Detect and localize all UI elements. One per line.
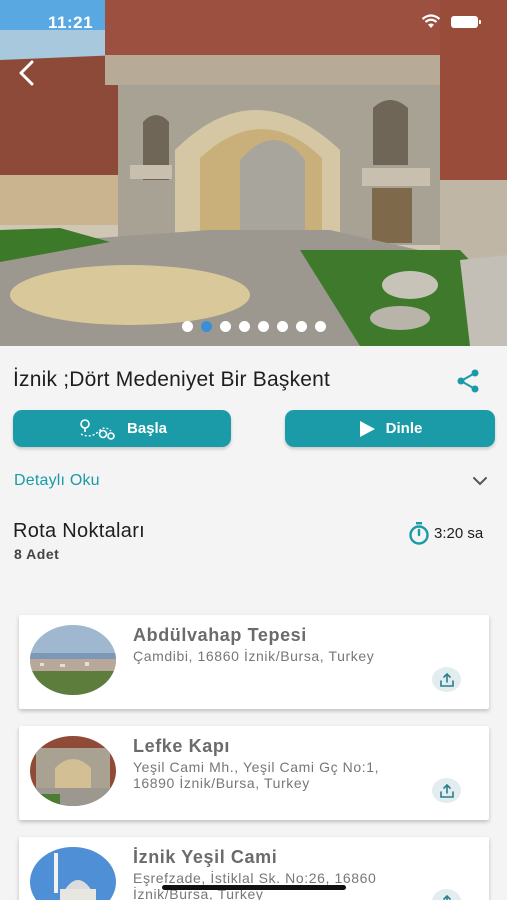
read-more-label: Detaylı Oku: [14, 472, 100, 489]
upload-icon: [442, 894, 451, 900]
route-points-count: 8 Adet: [14, 546, 60, 562]
carousel-dot[interactable]: [257, 321, 269, 332]
title-row: İznik ;Dört Medeniyet Bir Başkent: [13, 366, 493, 396]
carousel-indicator: [0, 321, 507, 332]
start-button-label: Başla: [126, 420, 168, 437]
upload-button[interactable]: [432, 667, 461, 692]
upload-button[interactable]: [432, 778, 461, 803]
route-point-name: İznik Yeşil Cami: [133, 847, 278, 867]
play-icon: [358, 420, 376, 438]
carousel-dot[interactable]: [219, 321, 231, 332]
carousel-dot[interactable]: [181, 321, 193, 332]
chevron-down-icon: [473, 477, 487, 486]
route-point-card[interactable]: Abdülvahap Tepesi Çamdibi, 16860 İznik/B…: [19, 615, 489, 709]
route-points-heading: Rota Noktaları: [13, 520, 146, 542]
battery-icon: [451, 16, 481, 28]
carousel-dot[interactable]: [314, 321, 326, 332]
route-point-name: Abdülvahap Tepesi: [133, 625, 307, 645]
start-button[interactable]: Başla: [13, 410, 231, 447]
route-point-thumbnail: [30, 847, 116, 900]
share-icon[interactable]: [455, 368, 481, 394]
chevron-left-icon: [19, 60, 34, 86]
read-more-toggle[interactable]: Detaylı Oku: [14, 470, 492, 494]
route-detail-screen: 11:21 İznik ;Dört Medeniyet Bir Başkent: [0, 0, 507, 900]
route-point-address: Yeşil Cami Mh., Yeşil Cami Gç No:1, 1689…: [133, 759, 380, 791]
route-point-thumbnail: [30, 736, 116, 806]
route-duration: 3:20 sa: [407, 521, 483, 545]
gate-photo: [0, 0, 507, 346]
stopwatch-icon: [409, 522, 429, 545]
wifi-icon: [421, 14, 441, 28]
carousel-dot[interactable]: [276, 321, 288, 332]
route-icon: [77, 417, 117, 441]
upload-icon: [439, 672, 454, 687]
back-button[interactable]: [10, 56, 44, 90]
carousel-dot[interactable]: [238, 321, 250, 332]
hero-image[interactable]: 11:21: [0, 0, 507, 346]
listen-button-label: Dinle: [385, 420, 423, 437]
route-duration-value: 3:20 sa: [434, 524, 484, 542]
route-point-card[interactable]: Lefke Kapı Yeşil Cami Mh., Yeşil Cami Gç…: [19, 726, 489, 820]
carousel-dot[interactable]: [200, 321, 212, 332]
status-bar: 11:21: [0, 0, 507, 46]
carousel-dot[interactable]: [295, 321, 307, 332]
route-point-address: Çamdibi, 16860 İznik/Bursa, Turkey: [133, 648, 375, 664]
route-point-name: Lefke Kapı: [133, 736, 231, 756]
status-time: 11:21: [48, 13, 94, 32]
route-point-card[interactable]: İznik Yeşil Cami Eşrefzade, İstiklal Sk.…: [19, 837, 489, 900]
route-point-thumbnail: [30, 625, 116, 695]
home-indicator: [162, 885, 346, 890]
listen-button[interactable]: Dinle: [285, 410, 495, 447]
upload-button[interactable]: [432, 889, 461, 900]
page-title: İznik ;Dört Medeniyet Bir Başkent: [13, 368, 331, 391]
upload-icon: [439, 783, 454, 798]
